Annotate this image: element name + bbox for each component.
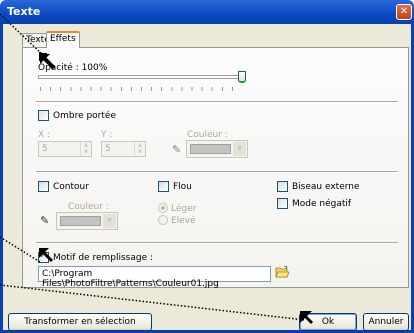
annotation-leaders xyxy=(0,13,306,321)
arrow-pointer-icon xyxy=(39,52,56,70)
tab-effets[interactable]: Effets xyxy=(46,31,80,48)
arrow-pointer-icon xyxy=(39,248,54,263)
arrow-pointer-icon xyxy=(300,311,314,325)
